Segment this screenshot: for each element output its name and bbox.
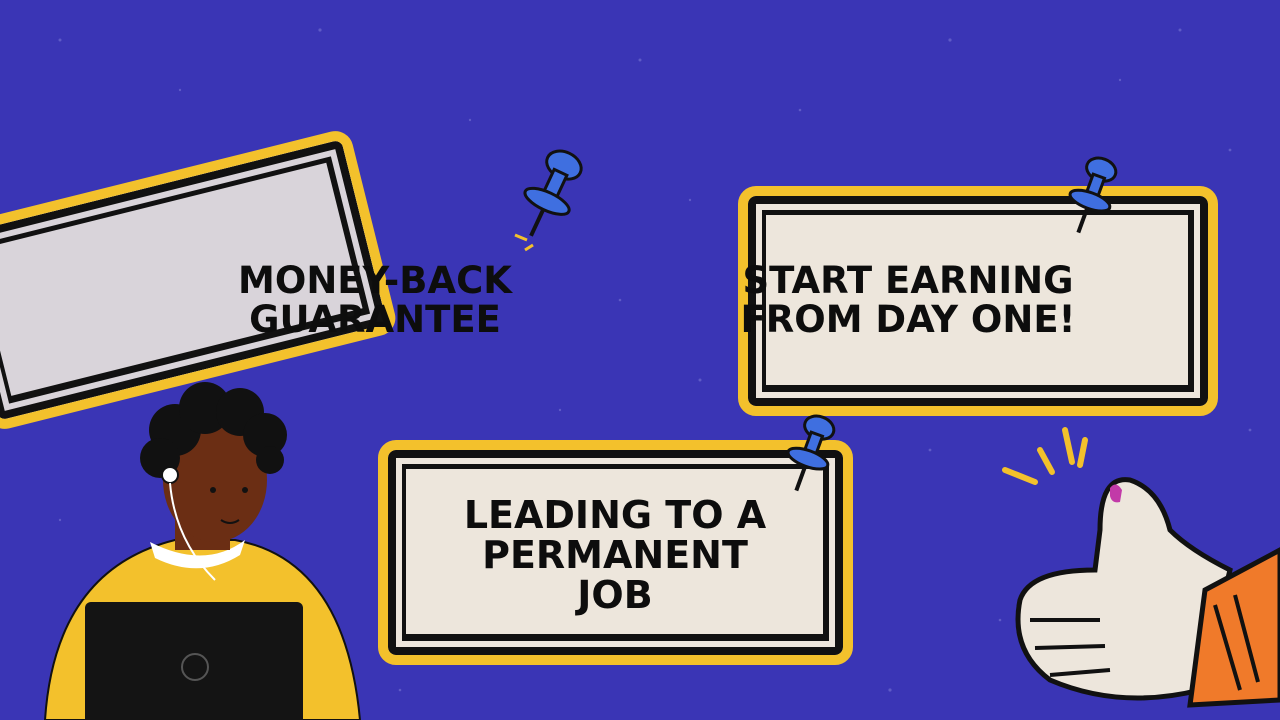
- pushpin-icon: [514, 149, 583, 252]
- person-with-laptop-illustration: [43, 382, 362, 720]
- start-earning-label: START EARNING FROM DAY ONE!: [740, 259, 1076, 341]
- permanent-job-label: LEADING TO A PERMANENT JOB: [463, 493, 767, 617]
- pushpin-icon: [786, 414, 836, 492]
- pushpin-icon: [1068, 156, 1118, 234]
- money-back-label: MONEY-BACK GUARANTEE: [238, 259, 512, 341]
- thumbs-up-icon: [1002, 427, 1280, 708]
